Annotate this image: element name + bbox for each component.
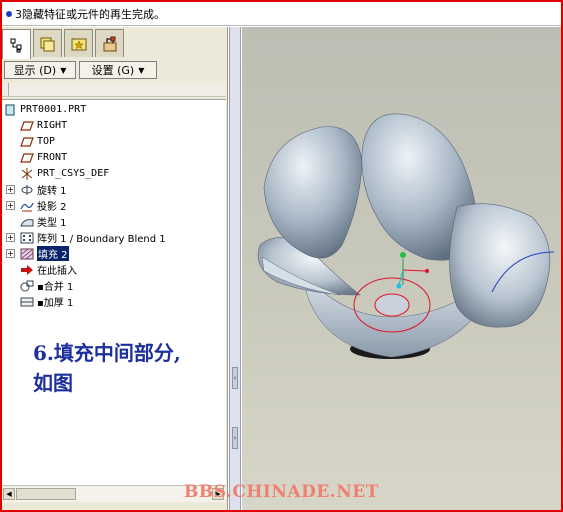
tree-item-label: RIGHT — [37, 120, 68, 131]
tree-item-label: PRT0001.PRT — [20, 104, 87, 115]
revolve-icon — [20, 184, 34, 196]
tree-item-fill[interactable]: 填充 2 — [20, 246, 69, 261]
thicken-icon — [20, 296, 34, 308]
expand-toggle[interactable]: + — [6, 249, 15, 258]
message-bar: 3隐藏特征或元件的再生完成。 — [2, 2, 561, 26]
connections-icon — [103, 36, 116, 51]
chevron-down-icon: ▼ — [138, 65, 145, 75]
tree-item-label: 类型 1 — [37, 218, 67, 229]
tree-item-revolve[interactable]: 旋转 1 — [20, 182, 67, 197]
tree-item-root[interactable]: PRT0001.PRT — [3, 102, 86, 117]
tree-column-header — [2, 83, 226, 97]
expand-toggle[interactable]: + — [6, 233, 15, 242]
model-tree-icon — [10, 38, 21, 52]
tab-favorites[interactable] — [64, 29, 93, 57]
csys-icon — [20, 167, 34, 180]
datum-plane-icon — [20, 152, 34, 164]
tree-item-label: 阵列 1 / Boundary Blend 1 — [37, 234, 166, 245]
expand-toggle[interactable]: + — [6, 185, 15, 194]
model-tree: PRT0001.PRT RIGHT TOP FRONT PRT_CSYS_DEF… — [2, 99, 226, 485]
tree-item-label: 旋转 1 — [37, 186, 67, 197]
scroll-left-icon[interactable]: ◀ — [3, 488, 15, 500]
panel-splitter[interactable]: ‹ › — [229, 27, 241, 510]
annotation-line-2: 如图 — [33, 371, 73, 395]
navigator-panel: 显示 (D) ▼ 设置 (G) ▼ PRT0001.PRT RIGHT TOP … — [2, 27, 228, 510]
folder-browser-icon — [40, 37, 54, 51]
navigator-toolbar: 显示 (D) ▼ 设置 (G) ▼ — [2, 61, 228, 81]
datum-plane-icon — [20, 120, 34, 132]
tree-item-right[interactable]: RIGHT — [20, 118, 67, 133]
collapse-left-icon[interactable]: ‹ — [232, 367, 238, 389]
tree-item-front[interactable]: FRONT — [20, 150, 67, 165]
settings-dropdown-label: 设置 (G) — [91, 64, 135, 77]
tree-item-label: 填充 2 — [37, 246, 69, 261]
tree-item-insert-here[interactable]: 在此插入 — [20, 262, 77, 277]
chevron-down-icon: ▼ — [60, 65, 67, 75]
graphics-window[interactable] — [242, 27, 561, 510]
tree-item-type[interactable]: 类型 1 — [20, 214, 67, 229]
surface-icon — [20, 216, 34, 228]
projected-curve-icon — [20, 200, 34, 212]
column-divider[interactable] — [8, 83, 9, 97]
insert-here-icon — [20, 264, 34, 276]
tree-item-csys[interactable]: PRT_CSYS_DEF — [20, 166, 109, 181]
flower-model-3d[interactable] — [242, 27, 561, 510]
pattern-icon — [20, 232, 34, 244]
tab-folder-browser[interactable] — [33, 29, 62, 57]
tree-item-label: PRT_CSYS_DEF — [37, 168, 110, 179]
settings-dropdown[interactable]: 设置 (G) ▼ — [79, 61, 157, 79]
tree-item-label: FRONT — [37, 152, 68, 163]
tree-item-label: ▪合并 1 — [37, 282, 74, 293]
datum-plane-icon — [20, 136, 34, 148]
tree-item-top[interactable]: TOP — [20, 134, 55, 149]
tab-connections[interactable] — [95, 29, 124, 57]
tree-item-label: 投影 2 — [37, 202, 67, 213]
tree-item-projected[interactable]: 投影 2 — [20, 198, 67, 213]
favorites-icon — [71, 38, 86, 50]
tab-model-tree[interactable] — [2, 29, 31, 59]
tree-item-pattern[interactable]: 阵列 1 / Boundary Blend 1 — [20, 230, 166, 245]
tree-item-label: ▪加厚 1 — [37, 298, 74, 309]
expand-toggle[interactable]: + — [6, 201, 15, 210]
tree-item-label: 在此插入 — [37, 266, 77, 277]
scrollbar-thumb[interactable] — [16, 488, 76, 500]
expand-right-icon[interactable]: › — [232, 427, 238, 449]
tree-item-thicken[interactable]: ▪加厚 1 — [20, 294, 73, 309]
show-dropdown-label: 显示 (D) — [13, 64, 57, 77]
annotation-line-1: 6.填充中间部分, — [33, 341, 181, 365]
tree-item-label: TOP — [37, 136, 56, 147]
tutorial-annotation: 6.填充中间部分, 如图 — [33, 338, 181, 398]
watermark: BBS.CHINADE.NET — [184, 482, 379, 502]
merge-icon — [20, 280, 34, 292]
message-text: 3隐藏特征或元件的再生完成。 — [15, 7, 165, 21]
part-icon — [3, 104, 17, 116]
tree-item-merge[interactable]: ▪合并 1 — [20, 278, 73, 293]
show-dropdown[interactable]: 显示 (D) ▼ — [4, 61, 76, 79]
navigator-tabs — [2, 29, 126, 59]
fill-icon — [20, 248, 34, 260]
message-bullet-icon — [6, 10, 12, 17]
